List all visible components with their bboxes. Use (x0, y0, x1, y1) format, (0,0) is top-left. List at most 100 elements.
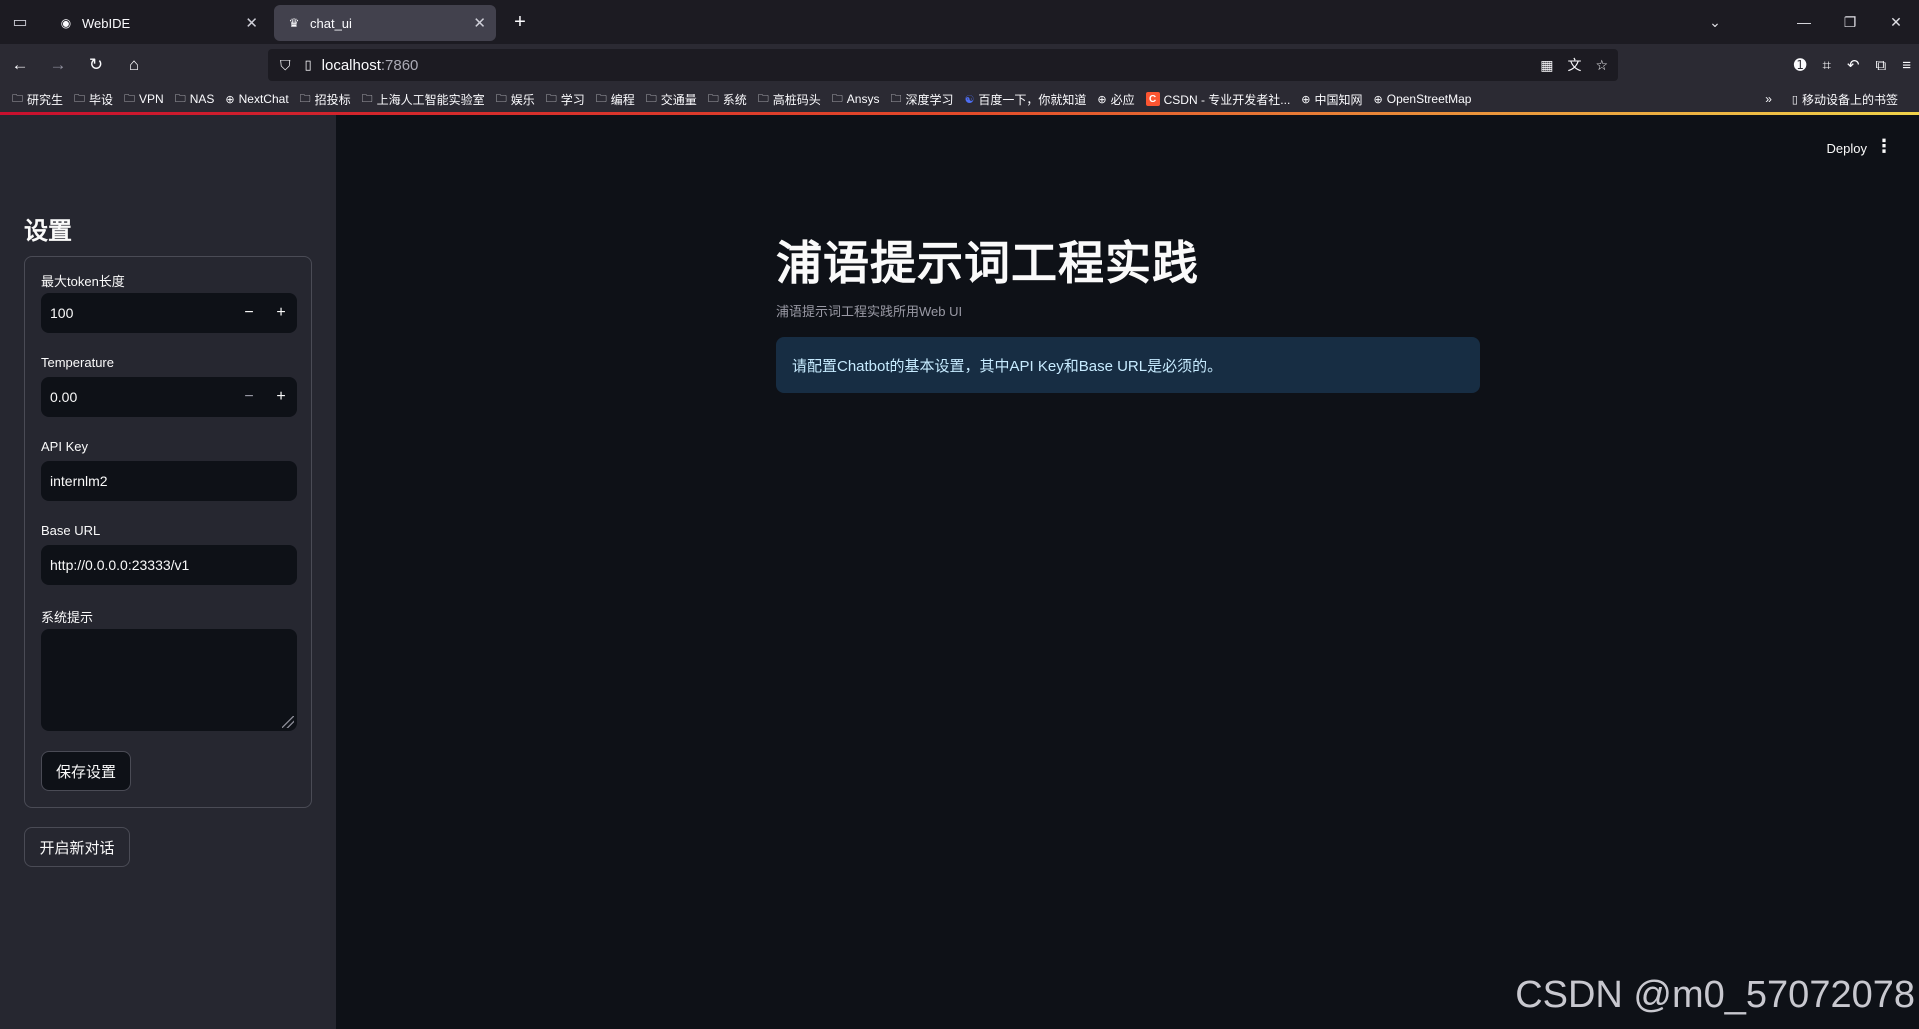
bookmark-item[interactable]: ⊕ 必应 (1097, 91, 1134, 108)
deploy-button[interactable]: Deploy (1827, 141, 1867, 156)
folder-icon: 🗀 (299, 92, 311, 105)
navigation-toolbar: ← → ↻ ⌂ ⛉ ▯ localhost:7860 ▦ 文 ☆ ➊ ⌗ ↶ ⧉… (0, 44, 1919, 86)
bookmark-item[interactable]: ⊕ OpenStreetMap (1374, 92, 1472, 106)
crop-icon[interactable]: ⌗ (1822, 57, 1830, 74)
minimize-icon[interactable]: — (1781, 0, 1827, 44)
bookmark-item[interactable]: 🗀 毕设 (74, 90, 113, 109)
folder-icon: 🗀 (361, 92, 373, 105)
bookmark-label: 毕设 (89, 92, 114, 107)
main-content: Deploy ⋮ 浦语提示词工程实践 浦语提示词工程实践所用Web UI 请配置… (336, 115, 1919, 1029)
bookmark-item[interactable]: 🗀 VPN (124, 90, 164, 109)
new-tab-button[interactable]: + (502, 4, 538, 40)
folder-icon: 🗀 (12, 92, 23, 105)
forward-arrow-icon[interactable]: → (40, 49, 76, 81)
reload-icon[interactable]: ↻ (78, 49, 114, 81)
bookmark-item[interactable]: 🗀 研究生 (12, 90, 63, 109)
max-tokens-value[interactable]: 100 (41, 305, 233, 321)
bookmark-item[interactable]: ☯ 百度一下，你就知道 (964, 91, 1086, 108)
api-key-label: API Key (41, 439, 88, 454)
tab-bar: ▭ ◉ WebIDE ✕ ♛ chat_ui ✕ + ⌄ — ❐ ✕ (0, 0, 1919, 44)
password-manager-icon[interactable]: ➊ (1794, 56, 1807, 74)
minus-icon[interactable]: − (233, 293, 265, 333)
folder-icon: 🗀 (831, 92, 843, 105)
chevron-down-icon[interactable]: ⌄ (1695, 0, 1735, 44)
tab-label: WebIDE (82, 15, 131, 31)
folder-icon: 🗀 (595, 92, 607, 105)
info-alert-text: 请配置Chatbot的基本设置，其中API Key和Base URL是必须的。 (792, 357, 1223, 375)
bookmark-item[interactable]: 🗀 上海人工智能实验室 (362, 90, 485, 109)
undo-icon[interactable]: ↶ (1847, 56, 1860, 74)
page-title: 浦语提示词工程实践 (776, 237, 1199, 289)
bookmark-item[interactable]: 🗀 学习 (546, 90, 585, 109)
plus-icon[interactable]: + (265, 293, 297, 333)
bookmark-item[interactable]: 🗀 Ansys (832, 90, 880, 109)
close-tab-icon[interactable]: ✕ (245, 14, 258, 32)
bookmark-item[interactable]: 🗀 深度学习 (890, 90, 953, 109)
max-tokens-label: 最大token长度 (41, 274, 125, 289)
qr-code-icon[interactable]: ▦ (1540, 57, 1553, 74)
mobile-bookmarks[interactable]: ▯ 移动设备上的书签 (1792, 91, 1898, 108)
temperature-value[interactable]: 0.00 (41, 389, 233, 405)
plus-icon[interactable]: + (265, 377, 297, 417)
close-window-icon[interactable]: ✕ (1873, 0, 1919, 44)
close-tab-icon[interactable]: ✕ (473, 14, 486, 32)
bookmark-label: Ansys (846, 92, 880, 106)
folder-icon: 🗀 (757, 92, 769, 105)
globe-icon: ⊕ (1301, 93, 1311, 106)
globe-icon: ⊕ (1097, 93, 1107, 106)
bookmark-label: 百度一下，你就知道 (978, 92, 1087, 107)
bookmark-item[interactable]: 🗀 交通量 (646, 90, 697, 109)
minus-icon[interactable]: − (233, 377, 265, 417)
bookmark-item[interactable]: 🗀 编程 (596, 90, 635, 109)
max-tokens-input[interactable]: 100 − + (41, 293, 297, 333)
more-options-icon[interactable]: ⋮ (1875, 136, 1893, 157)
bookmark-label: 深度学习 (905, 92, 954, 107)
url-host: localhost (321, 56, 381, 74)
folder-icon: 🗀 (174, 92, 186, 105)
bookmark-item[interactable]: 🗀 招投标 (300, 90, 351, 109)
shield-icon[interactable]: ⛉ (280, 57, 291, 74)
base-url-input[interactable]: http://0.0.0.0:23333/v1 (41, 545, 297, 585)
hamburger-menu-icon[interactable]: ≡ (1902, 57, 1911, 74)
url-port: :7860 (380, 56, 419, 74)
restore-icon[interactable]: ❐ (1827, 0, 1873, 44)
folder-icon: 🗀 (124, 92, 136, 105)
tab-webide[interactable]: ◉ WebIDE ✕ (46, 5, 268, 41)
resize-grip-icon[interactable] (282, 716, 294, 728)
list-all-tabs-icon[interactable]: ▭ (0, 0, 40, 44)
bookmark-item[interactable]: 🗀 NAS (175, 90, 215, 109)
url-bar[interactable]: ⛉ ▯ localhost:7860 ▦ 文 ☆ (268, 49, 1618, 81)
tab-chat-ui[interactable]: ♛ chat_ui ✕ (274, 5, 496, 41)
system-prompt-textarea[interactable] (41, 629, 297, 731)
new-chat-button[interactable]: 开启新对话 (24, 827, 130, 867)
sidebar: 设置 最大token长度 100 − + Temperature 0.00 − … (0, 115, 336, 1029)
bookmark-label: 必应 (1110, 92, 1135, 107)
extensions-icon[interactable]: ⧉ (1876, 57, 1887, 74)
bookmark-label: NextChat (238, 92, 289, 106)
chevrons-right-icon[interactable]: » (1765, 92, 1772, 106)
csdn-icon: C (1145, 92, 1160, 106)
bookmark-label: 编程 (610, 92, 635, 107)
bookmark-label: 学习 (560, 92, 585, 107)
folder-icon: 🗀 (74, 92, 86, 105)
baidu-icon: ☯ (964, 93, 975, 106)
bookmark-item[interactable]: C CSDN - 专业开发者社... (1145, 91, 1290, 108)
bookmark-item[interactable]: ⊕ 中国知网 (1301, 91, 1362, 108)
save-settings-button[interactable]: 保存设置 (41, 751, 131, 791)
page-caption: 浦语提示词工程实践所用Web UI (776, 304, 963, 319)
system-prompt-label: 系统提示 (41, 610, 94, 625)
translate-icon[interactable]: 文 (1567, 55, 1581, 75)
temperature-input[interactable]: 0.00 − + (41, 377, 297, 417)
bookmark-item[interactable]: ⊕ NextChat (225, 92, 288, 106)
bookmark-item[interactable]: 🗀 高桩码头 (758, 90, 821, 109)
bookmark-item[interactable]: 🗀 娱乐 (496, 90, 535, 109)
bookmark-label: 系统 (722, 92, 747, 107)
star-bookmark-icon[interactable]: ☆ (1595, 57, 1608, 74)
watermark: CSDN @m0_57072078 (1515, 974, 1915, 1016)
bookmark-label: 上海人工智能实验室 (376, 92, 485, 107)
info-alert: 请配置Chatbot的基本设置，其中API Key和Base URL是必须的。 (776, 337, 1480, 393)
bookmark-item[interactable]: 🗀 系统 (708, 90, 747, 109)
home-icon[interactable]: ⌂ (116, 49, 152, 81)
back-arrow-icon[interactable]: ← (2, 49, 38, 81)
api-key-input[interactable]: internlm2 (41, 461, 297, 501)
